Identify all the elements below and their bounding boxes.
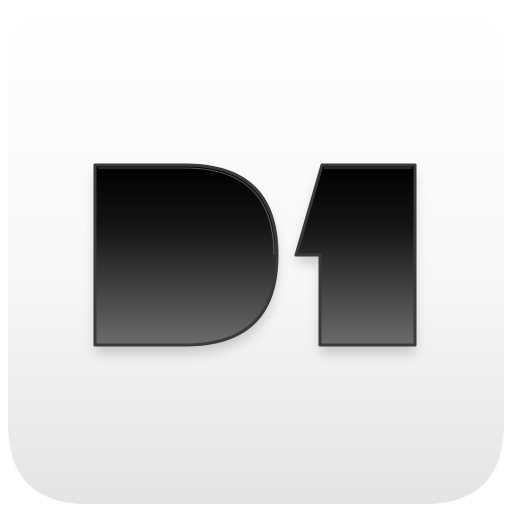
letter-d-glyph <box>93 163 279 347</box>
app-icon-canvas <box>0 0 512 512</box>
d1-app-icon <box>0 0 512 512</box>
app-icon-graphic <box>8 8 504 504</box>
